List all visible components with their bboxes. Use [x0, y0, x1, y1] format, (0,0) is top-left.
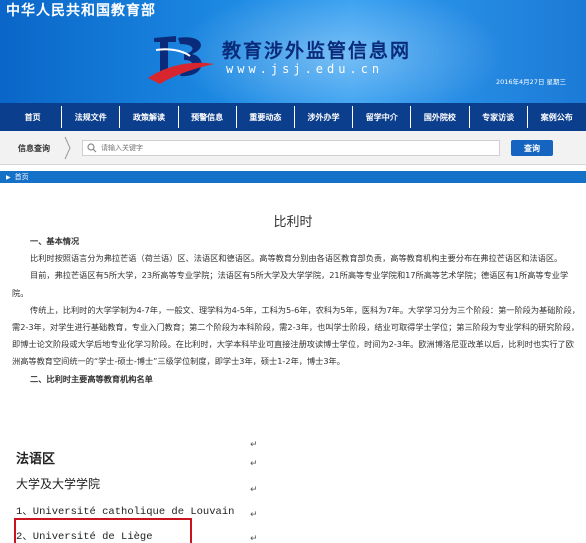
site-title: 教育涉外监管信息网 — [222, 40, 412, 62]
site-url: www.jsj.edu.cn — [226, 62, 384, 76]
search-bar: 信息查询 查询 — [0, 131, 586, 165]
search-box — [82, 140, 500, 156]
paragraph: 传统上，比利时的大学学制为4-7年，一般文、理学科为4-5年，工科为5-6年，农… — [12, 304, 580, 367]
section-heading: 一、基本情况 — [30, 236, 80, 246]
chevron-right-icon — [64, 136, 71, 160]
ministry-name[interactable]: 中华人民共和国教育部 — [6, 0, 156, 20]
article-body: 一、基本情况 比利时按照语言分为弗拉芒语（荷兰语）区、法语区和德语区。高等教育分… — [12, 233, 582, 388]
breadcrumb-arrow-icon: ▶ — [6, 173, 11, 181]
main-nav: 首页 法规文件 政策解读 预警信息 重要动态 涉外办学 留学中介 国外院校 专家… — [0, 103, 586, 131]
nav-item-news[interactable]: 重要动态 — [237, 106, 295, 128]
category-heading: 大学及大学学院 — [16, 477, 101, 491]
region-heading: 法语区 — [16, 452, 56, 467]
paragraph: 目前，弗拉芒语区有5所大学，23所高等专业学院；法语区有5所大学及大学学院，21… — [12, 270, 569, 298]
breadcrumb: ▶ 首页 — [0, 171, 586, 183]
return-mark-icon: ↵ — [250, 534, 258, 543]
nav-item-warnings[interactable]: 预警信息 — [179, 106, 237, 128]
search-icon — [87, 143, 97, 153]
nav-item-agencies[interactable]: 留学中介 — [353, 106, 412, 128]
article-title: 比利时 — [273, 215, 313, 230]
return-mark-icon: ↵ — [250, 459, 258, 469]
nav-item-policy[interactable]: 政策解读 — [120, 106, 179, 128]
breadcrumb-home[interactable]: 首页 — [15, 172, 29, 182]
list-item: 1、Université catholique de Louvain — [16, 506, 235, 518]
search-button[interactable]: 查询 — [511, 140, 553, 156]
nav-item-regulations[interactable]: 法规文件 — [62, 106, 121, 128]
return-mark-icon: ↵ — [250, 440, 258, 450]
current-date: 2016年4月27日 星期三 — [496, 78, 567, 86]
paragraph: 比利时按照语言分为弗拉芒语（荷兰语）区、法语区和德语区。高等教育分别由各语区教育… — [30, 253, 563, 264]
nav-item-overseas-institutions[interactable]: 国外院校 — [411, 106, 470, 128]
highlight-box — [14, 518, 192, 543]
section-heading: 二、比利时主要高等教育机构名单 — [30, 373, 153, 384]
header-banner: 中华人民共和国教育部 教育涉外监管信息网 www.jsj.edu.cn 2016… — [0, 0, 586, 103]
site-logo[interactable] — [146, 30, 216, 86]
nav-item-foreign-schools[interactable]: 涉外办学 — [295, 106, 354, 128]
return-mark-icon: ↵ — [250, 485, 258, 495]
search-input[interactable] — [101, 142, 491, 154]
search-label: 信息查询 — [18, 144, 50, 153]
nav-item-interviews[interactable]: 专家访谈 — [470, 106, 528, 128]
nav-item-home[interactable]: 首页 — [4, 106, 63, 128]
return-mark-icon: ↵ — [250, 510, 258, 520]
nav-item-cases[interactable]: 案例公布 — [528, 106, 586, 128]
